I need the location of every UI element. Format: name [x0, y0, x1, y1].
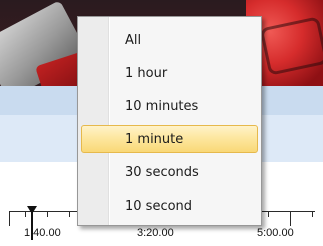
ruler-tick	[69, 211, 70, 217]
menu-item-10-minutes[interactable]: 10 minutes	[81, 92, 258, 120]
ruler-tick	[25, 211, 26, 217]
ruler-label: 1:40.00	[24, 227, 61, 239]
playhead-line[interactable]	[31, 212, 33, 240]
ruler-tick	[290, 211, 291, 226]
menu-item-1-hour[interactable]: 1 hour	[81, 59, 258, 87]
ruler-label: 5:00.00	[257, 227, 294, 239]
menu-item-all[interactable]: All	[81, 26, 258, 54]
app-frame: 1:40.00 3:20.00 5:00.00 All 1 hour 10 mi…	[0, 0, 323, 246]
ruler-tick	[268, 211, 269, 217]
ruler-label: 3:20.00	[137, 227, 174, 239]
ruler-tick	[9, 211, 10, 226]
ruler-tick	[47, 211, 48, 217]
menu-item-30-seconds[interactable]: 30 seconds	[81, 158, 258, 186]
menu-item-1-minute[interactable]: 1 minute	[81, 125, 258, 153]
zoom-context-menu: All 1 hour 10 minutes 1 minute 30 second…	[77, 16, 262, 226]
menu-item-10-second[interactable]: 10 second	[81, 192, 258, 220]
ruler-tick	[312, 211, 313, 217]
